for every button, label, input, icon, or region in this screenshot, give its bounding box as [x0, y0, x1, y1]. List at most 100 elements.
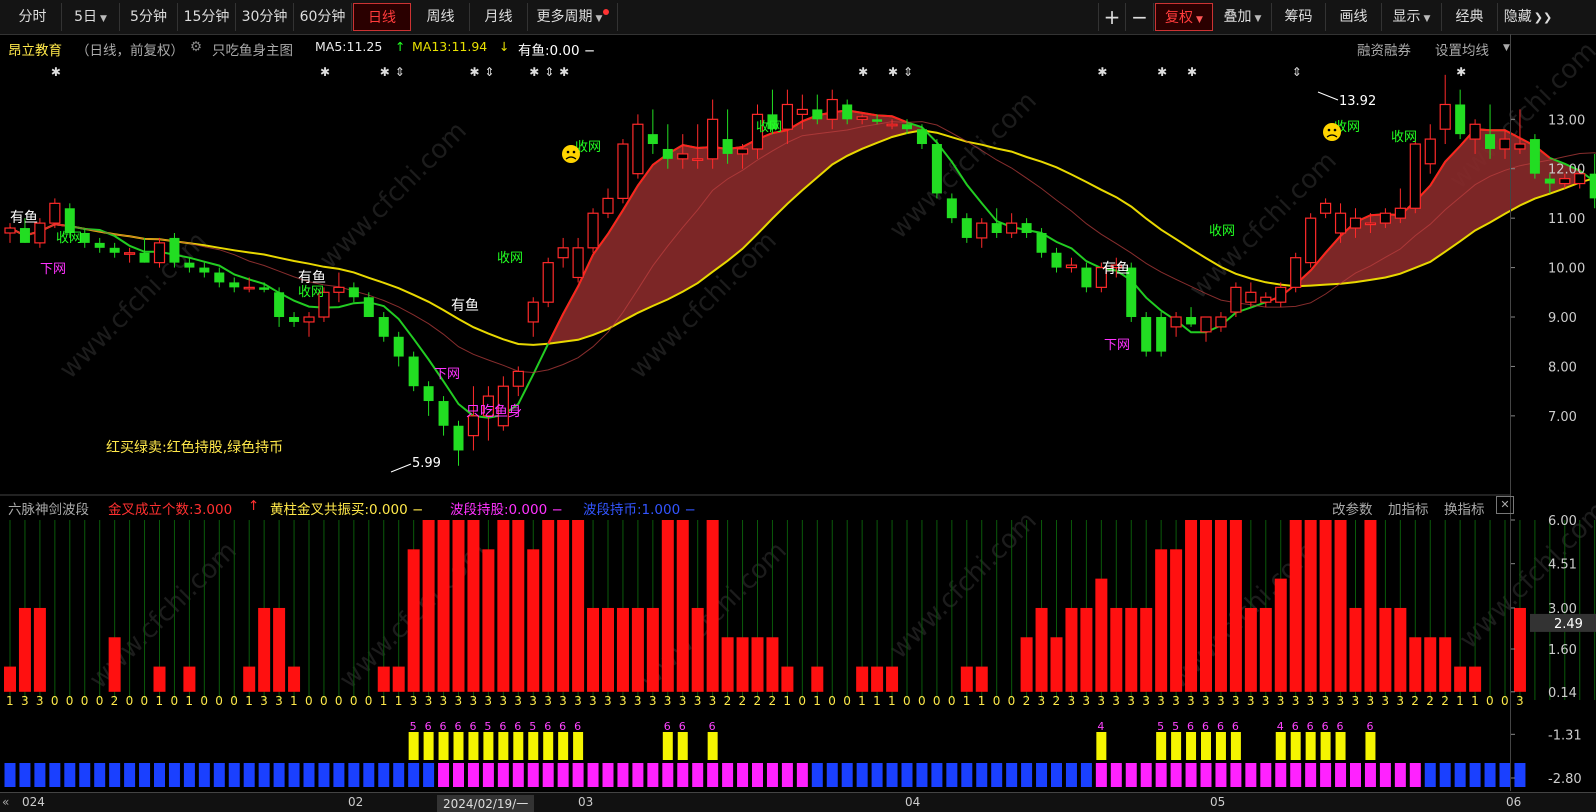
draw-line-button[interactable]: 画线 [1326, 3, 1382, 31]
indicator-name[interactable]: 只吃鱼身主图 [212, 39, 293, 59]
scroll-left-icon[interactable]: « [2, 795, 9, 809]
period-tab-60min[interactable]: 60分钟 [294, 3, 352, 31]
period-tab-weekly[interactable]: 周线 [412, 3, 470, 31]
shouwang-label: 收网 [1334, 120, 1360, 135]
candle-body [393, 336, 404, 357]
candle [408, 351, 419, 392]
candle-body [274, 292, 285, 318]
overlay-button[interactable]: 叠加 ▼ [1214, 3, 1272, 31]
candle-body [497, 385, 509, 427]
band-state-bar [1394, 763, 1406, 787]
candle [1319, 198, 1332, 219]
signal-digit: 3 [21, 694, 29, 708]
signal-bar [1424, 637, 1437, 692]
period-tab-5min[interactable]: 5分钟 [120, 3, 178, 31]
period-tab-15min[interactable]: 15分钟 [178, 3, 236, 31]
fuquan-button[interactable]: 复权 ▼ [1155, 3, 1213, 31]
signal-bar [377, 666, 390, 692]
switch-indicator-button[interactable]: 换指标 [1444, 498, 1485, 518]
signal-bar [781, 666, 794, 692]
kline-chart[interactable]: www.cfchi.com www.cfchi.com www.cfchi.com w… [0, 0, 1596, 811]
arrow-down-icon: ↓ [499, 39, 510, 54]
signal-bar [497, 520, 510, 692]
signal-digit: 3 [1112, 694, 1120, 708]
period-tab-30min[interactable]: 30分钟 [236, 3, 294, 31]
period-tab-daily[interactable]: 日线 [353, 3, 411, 31]
signal-digit: 0 [993, 694, 1001, 708]
signal-bar [482, 549, 495, 692]
band-state-bar [318, 763, 330, 787]
signal-bar [258, 607, 271, 692]
candle [318, 287, 330, 322]
add-indicator-button[interactable]: 加指标 [1388, 498, 1429, 518]
signal-digit: 3 [1396, 694, 1404, 708]
axis-label: 6.00 [1548, 514, 1577, 529]
candle [184, 257, 195, 273]
yellow-resonance-bar [423, 732, 434, 760]
zoom-in-button[interactable]: + [1098, 3, 1126, 31]
candle [991, 208, 1002, 238]
signal-bar [33, 607, 46, 692]
ma-settings-button[interactable]: 设置均线 [1435, 39, 1489, 59]
hide-button[interactable]: 隐藏 ❯❯ [1498, 3, 1558, 31]
candle [289, 312, 300, 327]
watermark-text: www.cfchi.com [1184, 146, 1343, 305]
signal-digit: 3 [1277, 694, 1285, 708]
candle [64, 203, 75, 238]
band-state-bar [1125, 763, 1137, 787]
sub-indicator-name[interactable]: 六脉神剑波段 [8, 498, 89, 518]
candle-body [333, 286, 345, 293]
band-state-bar [1185, 763, 1197, 787]
golden-count: 金叉成立个数:3.000 [108, 502, 233, 518]
signal-bar [1080, 607, 1093, 692]
ma5-line-red [547, 109, 908, 345]
yellow-resonance-bar [498, 732, 509, 760]
candle-body [902, 124, 912, 130]
zoom-out-button[interactable]: − [1126, 3, 1154, 31]
candle [1110, 257, 1122, 278]
signal-bar [437, 520, 450, 692]
band-state-bar [19, 763, 31, 787]
candle [1499, 129, 1511, 159]
candle [378, 312, 389, 342]
candle [527, 297, 539, 337]
candle [812, 94, 823, 125]
band-state-bar [1080, 763, 1092, 787]
signal-digit: 3 [1097, 694, 1105, 708]
ma5-line-red [9, 223, 70, 237]
gear-icon[interactable]: ⚙ [190, 39, 202, 55]
display-button[interactable]: 显示 ▼ [1382, 3, 1442, 31]
signal-bar [1065, 607, 1078, 692]
candle-body [991, 223, 1002, 233]
signal-digit: 3 [275, 694, 283, 708]
candle-body [94, 242, 105, 248]
change-params-button[interactable]: 改参数 [1332, 498, 1373, 518]
close-icon[interactable]: ✕ [1496, 496, 1514, 514]
period-tab-more[interactable]: 更多周期 ▼ [528, 3, 618, 31]
classic-button[interactable]: 经典 [1442, 3, 1498, 31]
period-tab-fenshi[interactable]: 分时 [4, 3, 62, 31]
band-state-bar [1006, 763, 1018, 787]
yellow-resonance-bar [707, 732, 718, 760]
candle-body [542, 262, 554, 303]
period-tab-5day[interactable]: 5日 ▼ [62, 3, 120, 31]
financing-link[interactable]: 融资融券 [1357, 39, 1411, 59]
candle-body [1469, 123, 1481, 140]
signal-bar [706, 520, 719, 692]
signal-digit: 1 [873, 694, 881, 708]
signal-bar [1454, 666, 1467, 692]
shouwang-label: 收网 [298, 285, 324, 300]
band-state-bar [1305, 763, 1317, 787]
period-tab-monthly[interactable]: 月线 [470, 3, 528, 31]
chips-button[interactable]: 筹码 [1272, 3, 1326, 31]
candle [707, 99, 719, 169]
candle [647, 109, 658, 154]
signal-digit: 2 [1053, 694, 1061, 708]
signal-digit: 1 [395, 694, 403, 708]
fish-label: 有鱼 [298, 269, 326, 286]
candle [1095, 262, 1107, 293]
signal-bar [616, 607, 629, 692]
candle-body [1514, 143, 1526, 150]
band-state-bar [826, 763, 838, 787]
shouwang-label: 收网 [497, 251, 523, 266]
